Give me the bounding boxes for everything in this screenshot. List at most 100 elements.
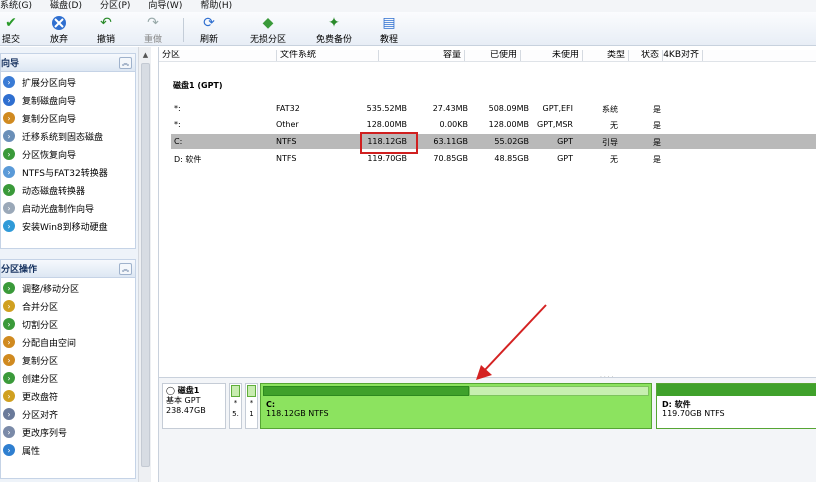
- partition-usage-bar: [247, 385, 256, 397]
- partition-block-c[interactable]: C: 118.12GB NTFS: [260, 383, 652, 429]
- tutorial-icon: ▤: [382, 14, 396, 31]
- wizard-item-win8-usb[interactable]: › 安装Win8到移动硬盘: [1, 217, 135, 235]
- merge-icon: ›: [3, 300, 15, 312]
- refresh-icon: ⟳: [203, 14, 215, 31]
- disk-size: 238.47GB: [166, 406, 206, 415]
- collapse-partition-ops-button[interactable]: ︽: [119, 262, 132, 275]
- partition-ops-card: 分区操作 ︽ › 调整/移动分区 › 合并分区 › 切割分区 › 分配自由空间 › 复制分…: [0, 259, 136, 479]
- wizard-item-recovery[interactable]: › 分区恢复向导: [1, 145, 135, 163]
- menu-system[interactable]: 系统(G): [0, 1, 32, 11]
- copy-disk-icon: ›: [3, 94, 15, 106]
- partition-usage-bar: [231, 385, 240, 397]
- copy-icon: ›: [3, 354, 15, 366]
- col-capacity[interactable]: 容量: [379, 50, 465, 61]
- col-free[interactable]: 未使用: [521, 50, 583, 61]
- undo-button[interactable]: ↶ 撤销: [97, 14, 115, 46]
- left-panel: 向导 ︽ › 扩展分区向导 › 复制磁盘向导 › 复制分区向导 › 迁移系统到固态磁盘 …: [0, 47, 138, 482]
- highlight-box: [360, 132, 418, 154]
- op-change-letter[interactable]: › 更改盘符: [1, 387, 135, 405]
- recovery-icon: ›: [3, 148, 15, 160]
- discard-button[interactable]: 放弃: [50, 14, 68, 45]
- migrate-icon: ›: [3, 130, 15, 142]
- redo-button[interactable]: ↷ 重做: [144, 14, 162, 46]
- disk-group-label: 磁盘1 (GPT): [173, 81, 223, 90]
- left-scroll-thumb[interactable]: [141, 63, 150, 467]
- partition-d-used-bar: [657, 384, 816, 396]
- col-used[interactable]: 已使用: [465, 50, 521, 61]
- col-status[interactable]: 状态: [629, 50, 663, 61]
- wizard-item-ntfs-fat32[interactable]: › NTFS与FAT32转换器: [1, 163, 135, 181]
- table-row[interactable]: *: FAT32 535.52MB 27.43MB 508.09MB GPT,E…: [171, 101, 816, 116]
- menu-help[interactable]: 帮助(H): [200, 1, 232, 11]
- discard-icon: [50, 14, 68, 31]
- menu-wizard[interactable]: 向导(W): [148, 1, 182, 11]
- scroll-up-icon[interactable]: ▲: [141, 51, 150, 60]
- wizard-item-dynamic-disk[interactable]: › 动态磁盘转换器: [1, 181, 135, 199]
- extend-icon: ›: [3, 76, 15, 88]
- op-allocate-free[interactable]: › 分配自由空间: [1, 333, 135, 351]
- menu-partition[interactable]: 分区(P): [100, 1, 130, 11]
- toolbar: ✔ 提交 放弃 ↶ 撤销 ↷ 重做 ⟳ 刷新 ◆ 无损分区 ✦ 免费备份 ▤ 教…: [0, 12, 816, 46]
- allocate-icon: ›: [3, 336, 15, 348]
- table-row[interactable]: *: Other 128.00MB 0.00KB 128.00MB GPT,MS…: [171, 117, 816, 132]
- convert-icon: ›: [3, 166, 15, 178]
- op-resize-move[interactable]: › 调整/移动分区: [1, 279, 135, 297]
- align-icon: ›: [3, 408, 15, 420]
- disc-icon: ›: [3, 202, 15, 214]
- table-row-selected[interactable]: C: NTFS 118.12GB 63.11GB 55.02GB GPT 引导 …: [171, 134, 816, 149]
- partition-d-name: D: 软件: [662, 400, 691, 409]
- wizard-card-header: 向导 ︽: [1, 54, 135, 72]
- op-properties[interactable]: › 属性: [1, 441, 135, 459]
- col-filesystem[interactable]: 文件系统: [277, 50, 379, 61]
- wizard-item-migrate-ssd[interactable]: › 迁移系统到固态磁盘: [1, 127, 135, 145]
- col-partition[interactable]: 分区: [159, 50, 277, 61]
- disk-info-box[interactable]: ◯ 磁盘1 基本 GPT 238.47GB: [162, 383, 226, 429]
- wizard-item-boot-disc[interactable]: › 启动光盘制作向导: [1, 199, 135, 217]
- menu-disk[interactable]: 磁盘(D): [50, 1, 82, 11]
- collapse-wizard-button[interactable]: ︽: [119, 56, 132, 69]
- menu-bar: 系统(G) 磁盘(D) 分区(P) 向导(W) 帮助(H): [0, 0, 816, 12]
- copy-partition-icon: ›: [3, 112, 15, 124]
- partition-list: 分区 文件系统 容量 已使用 未使用 类型 状态 4KB对齐 磁盘1 (GPT)…: [158, 47, 816, 377]
- disk-name: 磁盘1: [177, 386, 200, 395]
- op-align[interactable]: › 分区对齐: [1, 405, 135, 423]
- op-change-serial[interactable]: › 更改序列号: [1, 423, 135, 441]
- create-icon: ›: [3, 372, 15, 384]
- partition-ops-header: 分区操作 ︽: [1, 260, 135, 278]
- serial-icon: ›: [3, 426, 15, 438]
- op-merge[interactable]: › 合并分区: [1, 297, 135, 315]
- disk-type: 基本 GPT: [166, 396, 201, 405]
- free-backup-button[interactable]: ✦ 免费备份: [316, 14, 352, 46]
- partition-block-d[interactable]: D: 软件 119.70GB NTFS: [656, 383, 816, 429]
- op-create[interactable]: › 创建分区: [1, 369, 135, 387]
- refresh-button[interactable]: ⟳ 刷新: [200, 14, 218, 46]
- op-split[interactable]: › 切割分区: [1, 315, 135, 333]
- toolbar-separator: [183, 18, 184, 42]
- dynamic-disk-icon: ›: [3, 184, 15, 196]
- resize-icon: ›: [3, 282, 15, 294]
- partition-ops-list: › 调整/移动分区 › 合并分区 › 切割分区 › 分配自由空间 › 复制分区 › 创建分区…: [1, 278, 135, 459]
- col-type[interactable]: 类型: [583, 50, 629, 61]
- lossless-partition-button[interactable]: ◆ 无损分区: [250, 14, 286, 46]
- table-row[interactable]: D: 软件 NTFS 119.70GB 70.85GB 48.85GB GPT …: [171, 151, 816, 166]
- commit-button[interactable]: ✔ 提交: [2, 14, 20, 46]
- op-copy[interactable]: › 复制分区: [1, 351, 135, 369]
- wizard-item-copy-disk[interactable]: › 复制磁盘向导: [1, 91, 135, 109]
- letter-icon: ›: [3, 390, 15, 402]
- redo-icon: ↷: [147, 14, 159, 31]
- wizard-card: 向导 ︽ › 扩展分区向导 › 复制磁盘向导 › 复制分区向导 › 迁移系统到固态磁盘 …: [0, 53, 136, 249]
- col-4kb-align[interactable]: 4KB对齐: [663, 50, 703, 61]
- wizard-list: › 扩展分区向导 › 复制磁盘向导 › 复制分区向导 › 迁移系统到固态磁盘 › 分区恢复…: [1, 72, 135, 235]
- partition-list-header: 分区 文件系统 容量 已使用 未使用 类型 状态 4KB对齐: [159, 50, 816, 62]
- left-scrollbar[interactable]: ▲: [138, 47, 151, 482]
- checkmark-icon: ✔: [5, 14, 17, 31]
- partition-block-msr[interactable]: * 1: [245, 383, 258, 429]
- wizard-card-title: 向导: [1, 59, 20, 69]
- wizard-item-extend[interactable]: › 扩展分区向导: [1, 73, 135, 91]
- tutorial-button[interactable]: ▤ 教程: [380, 14, 398, 46]
- windows-icon: ›: [3, 220, 15, 232]
- partition-ops-title: 分区操作: [1, 265, 38, 275]
- wizard-item-copy-partition[interactable]: › 复制分区向导: [1, 109, 135, 127]
- undo-icon: ↶: [100, 14, 112, 31]
- partition-block-efi[interactable]: * 5.: [229, 383, 242, 429]
